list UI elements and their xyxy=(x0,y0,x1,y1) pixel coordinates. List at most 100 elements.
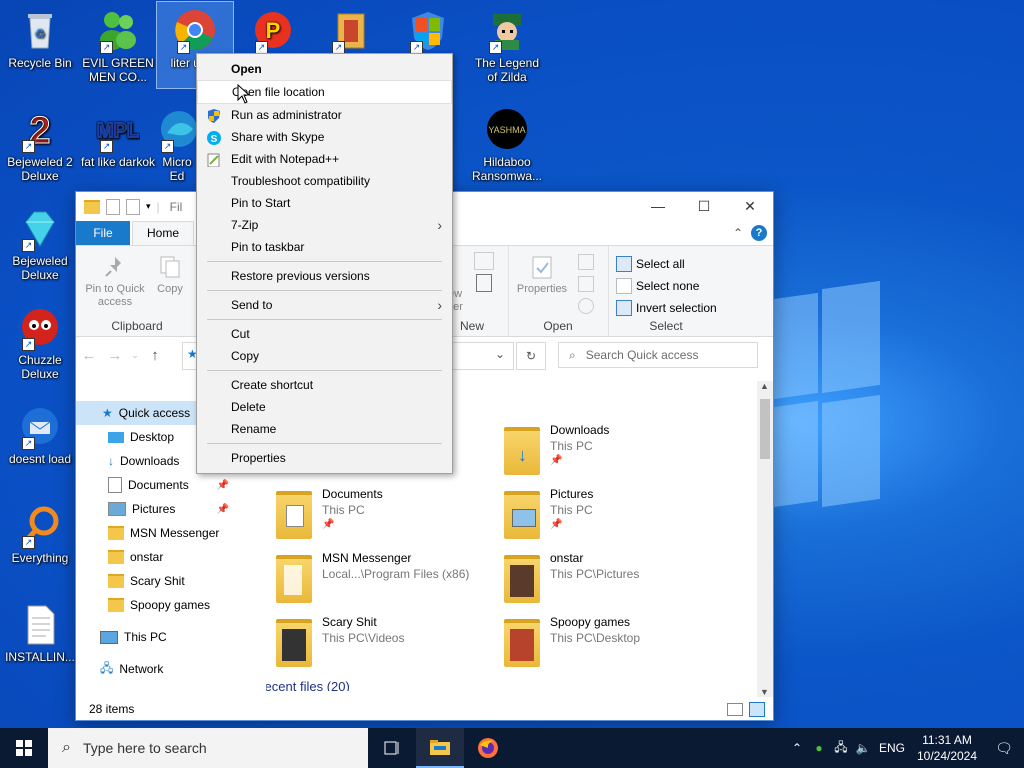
nav-scary-shit[interactable]: Scary Shit xyxy=(76,569,241,593)
task-view-button[interactable] xyxy=(368,728,416,768)
tab-home[interactable]: Home xyxy=(132,221,194,245)
quick-item-onstar[interactable]: onstar This PC\Pictures xyxy=(504,551,724,607)
menu-item-pin-to-start[interactable]: Pin to Start xyxy=(197,192,452,214)
chuzzle-icon: ↗ xyxy=(18,305,62,351)
pinball-p-icon: P ↗ xyxy=(251,8,295,54)
quick-item-pictures[interactable]: Pictures This PC 📌 xyxy=(504,487,724,543)
new-folder-icon[interactable] xyxy=(126,198,140,215)
nav-documents[interactable]: Documents 📌 xyxy=(76,473,241,497)
back-arrow-icon[interactable]: ← xyxy=(76,347,102,364)
desktop-icon-legend-of-zilda[interactable]: ↗ The Legend of Zilda xyxy=(469,2,545,84)
quick-item-downloads[interactable]: ↓ Downloads This PC 📌 xyxy=(504,423,724,479)
clock[interactable]: 11:31 AM 10/24/2024 xyxy=(910,732,984,764)
forward-arrow-icon[interactable]: → xyxy=(102,347,128,364)
notification-icon[interactable]: 🗨 xyxy=(984,740,1024,757)
people-icon[interactable]: ● xyxy=(808,741,830,755)
chevron-down-icon[interactable]: ⌄ xyxy=(495,347,505,361)
large-icons-view-icon[interactable] xyxy=(749,702,765,717)
menu-item-pin-to-taskbar[interactable]: Pin to taskbar xyxy=(197,236,452,258)
quick-item-scary-shit[interactable]: Scary Shit This PC\Videos xyxy=(276,615,496,671)
nav-pictures[interactable]: Pictures 📌 xyxy=(76,497,241,521)
search-input[interactable]: ⌕ Search Quick access xyxy=(558,342,758,368)
svg-text:S: S xyxy=(211,134,218,145)
menu-item-delete[interactable]: Delete xyxy=(197,396,452,418)
quick-item-msn-messenger[interactable]: MSN Messenger Local...\Program Files (x8… xyxy=(276,551,496,607)
start-button[interactable] xyxy=(0,728,48,768)
menu-item-run-as-admin[interactable]: Run as administrator xyxy=(197,104,452,126)
properties-icon[interactable] xyxy=(106,198,120,215)
menu-item-7zip[interactable]: 7-Zip › xyxy=(197,214,452,236)
menu-item-create-shortcut[interactable]: Create shortcut xyxy=(197,374,452,396)
invert-selection-button[interactable]: Invert selection xyxy=(616,300,717,316)
history-icon[interactable] xyxy=(578,298,594,314)
taskbar-file-explorer[interactable] xyxy=(416,728,464,768)
edit-icon[interactable] xyxy=(578,276,594,292)
language-indicator[interactable]: ENG xyxy=(874,741,910,755)
desktop-icon-folder-shortcut[interactable]: ↗ xyxy=(312,2,388,56)
taskbar-firefox[interactable] xyxy=(464,728,512,768)
quick-item-documents[interactable]: Documents This PC 📌 xyxy=(276,487,496,543)
menu-item-cut[interactable]: Cut xyxy=(197,323,452,345)
new-item-icon[interactable] xyxy=(474,252,494,270)
chevron-up-icon[interactable]: ⌃ xyxy=(733,226,743,240)
nav-msn-messenger[interactable]: MSN Messenger xyxy=(76,521,241,545)
quick-item-spoopy-games[interactable]: Spoopy games This PC\Desktop xyxy=(504,615,724,671)
refresh-button[interactable]: ↻ xyxy=(516,342,546,370)
nav-onstar[interactable]: onstar xyxy=(76,545,241,569)
desktop-icon-recycle-bin[interactable]: ♻ Recycle Bin xyxy=(2,2,78,70)
menu-separator xyxy=(207,443,442,444)
menu-item-open[interactable]: Open xyxy=(197,58,452,80)
chevron-down-icon[interactable]: ⌄ xyxy=(128,350,142,361)
menu-item-edit-notepadpp[interactable]: Edit with Notepad++ xyxy=(197,148,452,170)
easy-access-icon[interactable] xyxy=(476,274,492,292)
nav-network[interactable]: 🖧 Network xyxy=(76,657,241,681)
up-arrow-icon[interactable]: ↑ xyxy=(142,347,168,364)
network-tray-icon[interactable]: 🖧 xyxy=(830,738,852,759)
volume-icon[interactable]: 🔈 xyxy=(852,741,874,755)
skype-icon: S xyxy=(207,130,221,145)
minimize-button[interactable]: — xyxy=(635,192,681,221)
menu-item-properties[interactable]: Properties xyxy=(197,447,452,469)
help-icon[interactable]: ? xyxy=(751,225,767,241)
scroll-down-icon[interactable]: ▼ xyxy=(760,687,769,697)
desktop-icon-pinball[interactable]: P ↗ xyxy=(235,2,311,56)
scroll-up-icon[interactable]: ▲ xyxy=(760,381,769,391)
menu-item-rename[interactable]: Rename xyxy=(197,418,452,440)
select-none-button[interactable]: Select none xyxy=(616,278,699,294)
recent-files-header[interactable]: ⌄ Recent files (20) xyxy=(266,679,350,691)
nav-this-pc[interactable]: This PC xyxy=(76,625,241,649)
desktop-icon-chuzzle[interactable]: ↗ Chuzzle Deluxe xyxy=(2,299,78,381)
desktop-icon-shield-app[interactable]: ↗ xyxy=(390,2,466,56)
open-icon[interactable] xyxy=(578,254,594,270)
scrollbar-thumb[interactable] xyxy=(760,399,770,459)
desktop-icon-installing-text[interactable]: INSTALLIN... xyxy=(2,596,78,664)
menu-item-send-to[interactable]: Send to › xyxy=(197,294,452,316)
desktop-icon-bejeweled[interactable]: ↗ Bejeweled Deluxe xyxy=(2,200,78,282)
desktop-icon-evil-green-men[interactable]: ↗ EVIL GREEN MEN CO... xyxy=(80,2,156,84)
menu-item-restore-previous[interactable]: Restore previous versions xyxy=(197,265,452,287)
desktop-icon-everything[interactable]: ↗ Everything xyxy=(2,497,78,565)
menu-item-troubleshoot[interactable]: Troubleshoot compatibility xyxy=(197,170,452,192)
chevron-up-icon[interactable]: ⌃ xyxy=(786,741,808,755)
nav-spoopy-games[interactable]: Spoopy games xyxy=(76,593,241,617)
vertical-scrollbar[interactable]: ▲ ▼ xyxy=(757,381,773,697)
menu-item-open-file-location[interactable]: Open file location xyxy=(197,80,452,104)
details-view-icon[interactable] xyxy=(727,703,743,716)
maximize-button[interactable]: ☐ xyxy=(681,192,727,221)
desktop-icon-hildaboo[interactable]: YASHMA Hildaboo Ransomwa... xyxy=(469,101,545,183)
desktop-icon-bejeweled-2[interactable]: 2 ↗ Bejeweled 2 Deluxe xyxy=(2,101,78,184)
svg-text:YASHMA: YASHMA xyxy=(488,125,525,135)
pin-quick-access-button[interactable]: Pin to Quick access xyxy=(82,254,148,309)
properties-button[interactable]: Properties xyxy=(512,254,572,296)
desktop-icon-thunderbird[interactable]: ↗ doesnt load xyxy=(2,398,78,466)
desktop-icon-fat-like-darkok[interactable]: MPL ↗ fat like darkok xyxy=(80,101,156,169)
tab-file[interactable]: File xyxy=(76,221,130,245)
menu-item-share-skype[interactable]: S Share with Skype xyxy=(197,126,452,148)
close-button[interactable]: ✕ xyxy=(727,192,773,221)
taskbar-search-box[interactable]: ⌕ Type here to search xyxy=(48,728,368,768)
copy-button[interactable]: Copy xyxy=(152,254,188,296)
select-all-button[interactable]: Select all xyxy=(616,256,685,272)
menu-item-copy[interactable]: Copy xyxy=(197,345,452,367)
chevron-down-icon[interactable]: ▾ xyxy=(146,201,151,212)
desktop-icon-microsoft-edge[interactable]: ↗ Micro Ed xyxy=(157,101,197,183)
